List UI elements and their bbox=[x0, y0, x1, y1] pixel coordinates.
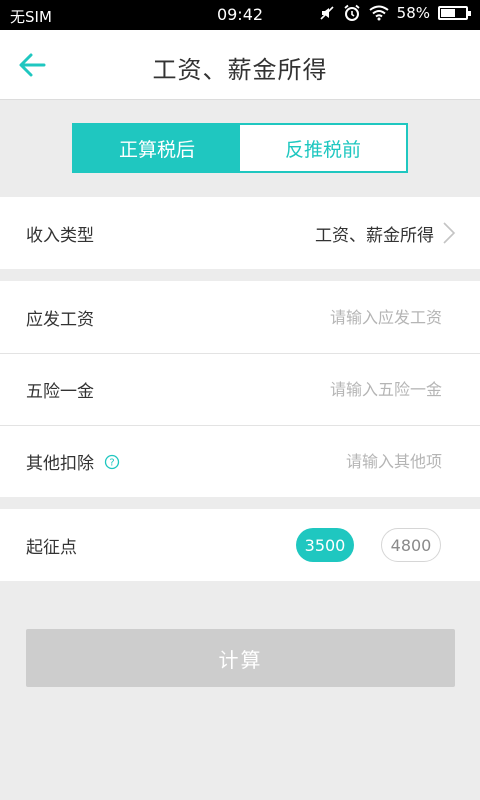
threshold-label: 起征点 bbox=[26, 537, 77, 558]
chevron-right-icon bbox=[443, 222, 456, 244]
other-deduction-label: 其他扣除 bbox=[26, 454, 94, 474]
threshold-row: 起征点 3500 4800 bbox=[0, 509, 480, 581]
gross-salary-label: 应发工资 bbox=[26, 309, 94, 330]
mode-segment: 正算税后 反推税前 bbox=[72, 123, 408, 173]
battery-percent: 58% bbox=[396, 4, 430, 22]
insurance-row: 五险一金 bbox=[0, 353, 480, 425]
income-type-card: 收入类型 工资、薪金所得 bbox=[0, 197, 480, 269]
mute-icon bbox=[320, 6, 334, 20]
insurance-input[interactable] bbox=[242, 380, 442, 399]
tab-reverse-calc[interactable]: 反推税前 bbox=[240, 125, 406, 171]
tab-forward-calc[interactable]: 正算税后 bbox=[74, 125, 240, 171]
other-deduction-input[interactable] bbox=[242, 452, 442, 471]
insurance-label: 五险一金 bbox=[26, 382, 94, 402]
other-deduction-row: 其他扣除 ? bbox=[0, 425, 480, 497]
battery-icon bbox=[438, 6, 471, 20]
battery-fill bbox=[441, 9, 455, 17]
input-fields-card: 应发工资 五险一金 其他扣除 ? bbox=[0, 281, 480, 497]
page-title: 工资、薪金所得 bbox=[152, 56, 328, 84]
gross-salary-row: 应发工资 bbox=[0, 281, 480, 353]
threshold-option-3500[interactable]: 3500 bbox=[296, 528, 354, 562]
help-icon[interactable]: ? bbox=[104, 454, 120, 470]
calculate-button[interactable]: 计算 bbox=[26, 629, 455, 687]
income-type-row[interactable]: 收入类型 工资、薪金所得 bbox=[0, 197, 480, 269]
wifi-icon bbox=[369, 5, 389, 21]
status-icons: 58% bbox=[319, 4, 471, 22]
threshold-option-4800[interactable]: 4800 bbox=[381, 528, 441, 562]
svg-text:?: ? bbox=[109, 457, 114, 468]
app-header: 工资、薪金所得 bbox=[0, 30, 480, 100]
status-bar: 无SIM 09:42 58% bbox=[0, 0, 480, 30]
alarm-icon bbox=[344, 4, 360, 21]
income-type-value: 工资、薪金所得 bbox=[315, 225, 434, 246]
gross-salary-input[interactable] bbox=[242, 307, 442, 327]
threshold-card: 起征点 3500 4800 bbox=[0, 509, 480, 581]
income-type-label: 收入类型 bbox=[26, 225, 94, 246]
